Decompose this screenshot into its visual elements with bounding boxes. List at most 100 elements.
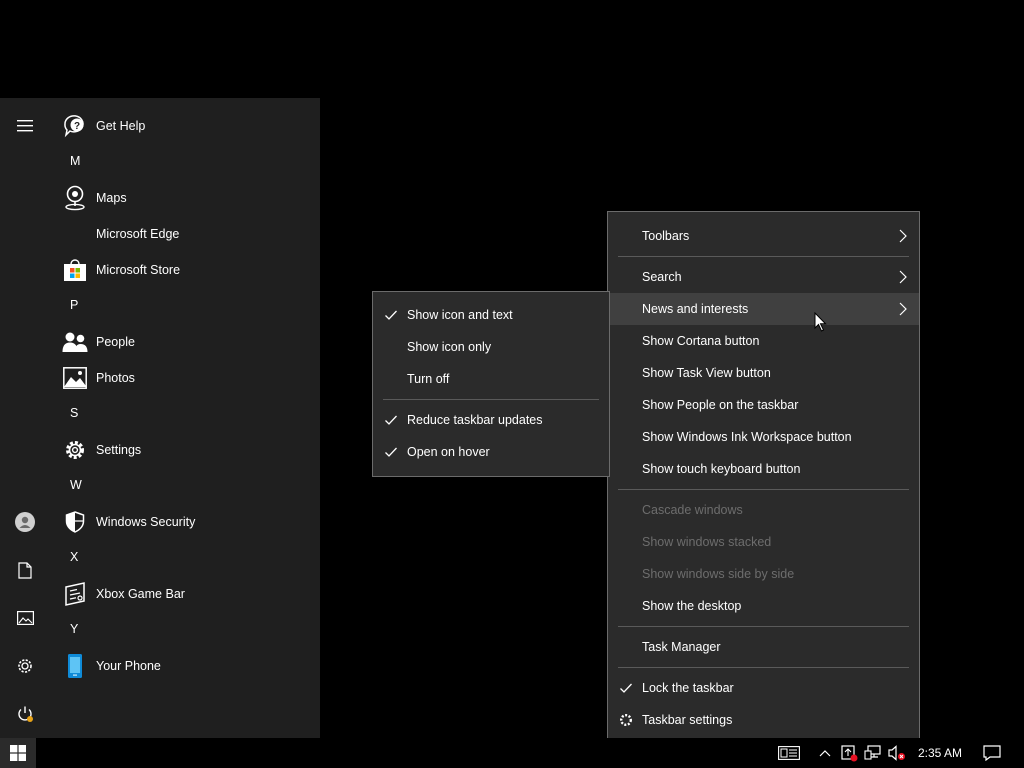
volume-tray-button[interactable] xyxy=(886,738,908,768)
menu-item-label: Show Windows Ink Workspace button xyxy=(642,430,852,444)
start-menu-rail xyxy=(0,98,50,738)
submenu-item-open-on-hover[interactable]: Open on hover xyxy=(373,436,609,468)
app-label: Windows Security xyxy=(96,515,196,529)
submenu-item-show-icon-and-text[interactable]: Show icon and text xyxy=(373,299,609,331)
menu-item-label: Show windows side by side xyxy=(642,567,795,581)
start-menu: ? Get Help M Maps Microsoft Edge Microso… xyxy=(0,98,320,738)
menu-item-show-cortana-button[interactable]: Show Cortana button xyxy=(608,325,919,357)
taskbar: 2:35 AM xyxy=(0,738,1024,768)
letter-label: M xyxy=(70,154,81,168)
menu-item-news-and-interests[interactable]: News and interests xyxy=(608,293,919,325)
mouse-cursor-icon xyxy=(814,312,827,332)
menu-item-show-touch-keyboard[interactable]: Show touch keyboard button xyxy=(608,453,919,485)
letter-label: P xyxy=(70,298,79,312)
network-icon xyxy=(864,745,881,760)
user-account-button[interactable] xyxy=(5,502,45,542)
menu-item-show-windows-ink[interactable]: Show Windows Ink Workspace button xyxy=(608,421,919,453)
settings-rail-button[interactable] xyxy=(5,646,45,686)
menu-item-lock-the-taskbar[interactable]: Lock the taskbar xyxy=(608,672,919,704)
menu-item-task-manager[interactable]: Task Manager xyxy=(608,631,919,663)
app-label: Settings xyxy=(96,443,142,457)
xbox-game-bar-icon xyxy=(62,581,88,607)
app-maps[interactable]: Maps xyxy=(50,180,320,216)
letter-label: W xyxy=(70,478,82,492)
settings-gear-icon xyxy=(62,437,88,463)
menu-item-show-people[interactable]: Show People on the taskbar xyxy=(608,389,919,421)
menu-item-label: Toolbars xyxy=(642,229,690,243)
submenu-item-turn-off[interactable]: Turn off xyxy=(373,363,609,395)
your-phone-icon xyxy=(62,653,88,679)
letter-label: X xyxy=(70,550,79,564)
clock-time: 2:35 AM xyxy=(917,746,963,760)
app-label: Photos xyxy=(96,371,135,385)
app-label: Your Phone xyxy=(96,659,161,673)
menu-item-label: Search xyxy=(642,270,682,284)
security-tray-button[interactable] xyxy=(838,738,860,768)
app-windows-security[interactable]: Windows Security xyxy=(50,504,320,540)
app-label: Xbox Game Bar xyxy=(96,587,185,601)
letter-header-s[interactable]: S xyxy=(50,396,320,432)
submenu-item-show-icon-only[interactable]: Show icon only xyxy=(373,331,609,363)
app-photos[interactable]: Photos xyxy=(50,360,320,396)
submenu-item-reduce-taskbar-updates[interactable]: Reduce taskbar updates xyxy=(373,404,609,436)
menu-separator xyxy=(618,489,909,490)
app-label: Maps xyxy=(96,191,127,205)
checkmark-icon xyxy=(620,683,632,693)
network-tray-button[interactable] xyxy=(862,738,884,768)
news-widget-button[interactable] xyxy=(774,738,804,768)
taskbar-clock[interactable]: 2:35 AM xyxy=(912,738,968,768)
app-xbox-game-bar[interactable]: Xbox Game Bar xyxy=(50,576,320,612)
app-list: ? Get Help M Maps Microsoft Edge Microso… xyxy=(50,98,320,738)
power-icon xyxy=(18,706,33,722)
letter-header-x[interactable]: X xyxy=(50,540,320,576)
action-center-button[interactable] xyxy=(978,738,1006,768)
letter-header-m[interactable]: M xyxy=(50,144,320,180)
menu-separator xyxy=(618,256,909,257)
chevron-right-icon xyxy=(899,302,907,316)
menu-item-show-windows-side-by-side: Show windows side by side xyxy=(608,558,919,590)
pictures-button[interactable] xyxy=(5,598,45,638)
letter-header-y[interactable]: Y xyxy=(50,612,320,648)
letter-header-p[interactable]: P xyxy=(50,288,320,324)
microsoft-store-icon xyxy=(62,257,88,283)
checkmark-icon xyxy=(385,310,397,320)
app-get-help[interactable]: ? Get Help xyxy=(50,108,320,144)
taskbar-context-menu: Toolbars Search News and interests Show … xyxy=(607,211,920,745)
app-people[interactable]: People xyxy=(50,324,320,360)
menu-item-cascade-windows: Cascade windows xyxy=(608,494,919,526)
menu-separator xyxy=(383,399,599,400)
chevron-right-icon xyxy=(899,270,907,284)
app-microsoft-edge[interactable]: Microsoft Edge xyxy=(50,216,320,252)
show-hidden-icons-chevron-icon xyxy=(819,750,831,757)
user-account-icon xyxy=(15,512,35,532)
app-your-phone[interactable]: Your Phone xyxy=(50,648,320,684)
menu-separator xyxy=(618,667,909,668)
letter-header-w[interactable]: W xyxy=(50,468,320,504)
menu-item-search[interactable]: Search xyxy=(608,261,919,293)
power-button[interactable] xyxy=(5,694,45,734)
expand-menu-button[interactable] xyxy=(5,106,45,146)
menu-item-label: News and interests xyxy=(642,302,749,316)
menu-item-show-the-desktop[interactable]: Show the desktop xyxy=(608,590,919,622)
menu-separator xyxy=(618,626,909,627)
menu-item-toolbars[interactable]: Toolbars xyxy=(608,220,919,252)
menu-item-label: Task Manager xyxy=(642,640,721,654)
app-settings[interactable]: Settings xyxy=(50,432,320,468)
documents-button[interactable] xyxy=(5,550,45,590)
app-label: People xyxy=(96,335,135,349)
letter-label: Y xyxy=(70,622,79,636)
app-microsoft-store[interactable]: Microsoft Store xyxy=(50,252,320,288)
start-button[interactable] xyxy=(0,738,36,768)
maps-icon xyxy=(62,185,88,211)
menu-item-label: Show the desktop xyxy=(642,599,742,613)
menu-item-label: Show Cortana button xyxy=(642,334,760,348)
menu-item-show-task-view-button[interactable]: Show Task View button xyxy=(608,357,919,389)
menu-item-label: Reduce taskbar updates xyxy=(407,413,543,427)
menu-item-taskbar-settings[interactable]: Taskbar settings xyxy=(608,704,919,736)
menu-item-label: Show icon only xyxy=(407,340,492,354)
photos-icon xyxy=(62,365,88,391)
show-hidden-icons-button[interactable] xyxy=(815,738,835,768)
hamburger-menu-icon xyxy=(17,120,33,132)
app-label: Microsoft Store xyxy=(96,263,181,277)
gear-icon xyxy=(619,713,633,727)
